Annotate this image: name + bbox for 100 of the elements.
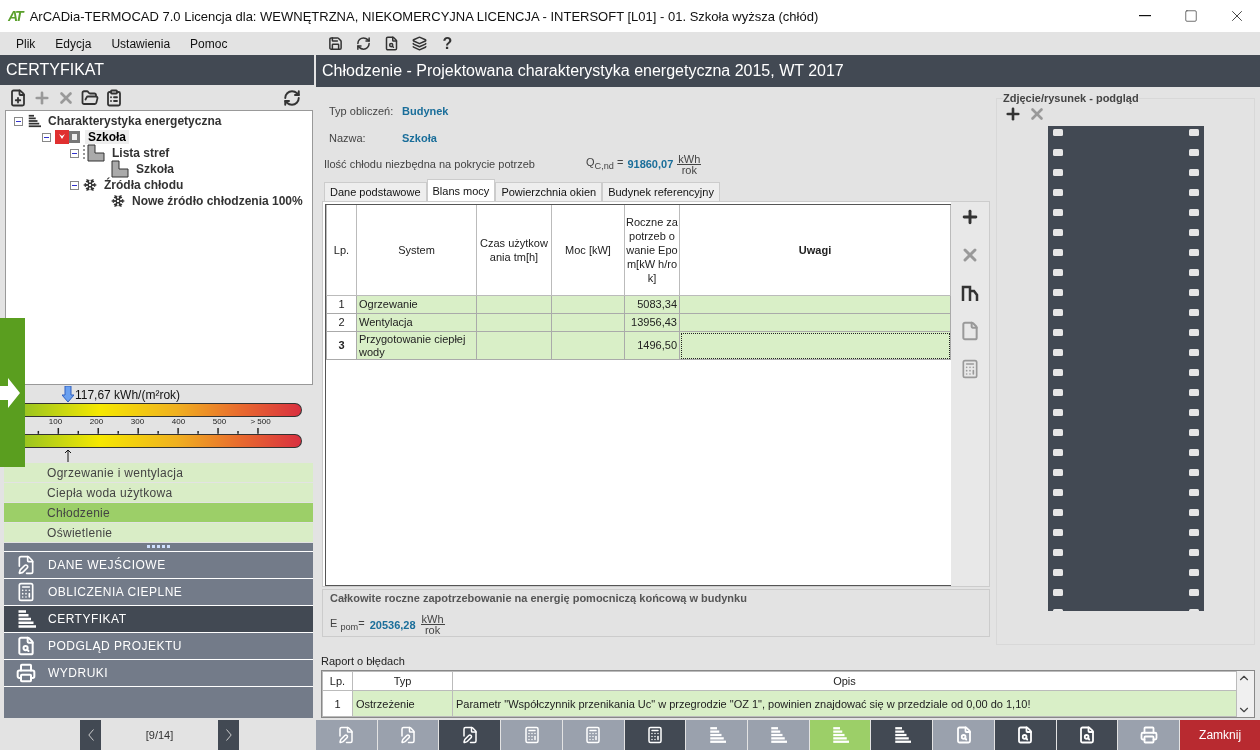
formula-symbol: Q$_{C,nd}$ = [586, 156, 624, 172]
toolbar-button[interactable]: ? [433, 33, 462, 54]
tree-item[interactable]: Charakterystyka energetyczna [45, 114, 225, 128]
category-item[interactable]: Chłodzenie [4, 503, 313, 522]
help-icon: ? [442, 34, 453, 53]
document-search-icon [954, 726, 973, 744]
tick-label: 300 [129, 417, 146, 428]
calculator-icon [16, 582, 36, 602]
file-edit-icon [16, 555, 36, 575]
tick-label: 200 [88, 417, 105, 428]
bars-icon [16, 609, 36, 629]
document-icon [960, 321, 980, 341]
tab[interactable]: Powierzchnia okien [495, 182, 603, 201]
module-button[interactable] [994, 720, 1057, 750]
field-label: Typ obliczeń: [329, 104, 395, 117]
column-header: Moc [kW] [551, 205, 625, 296]
section-title: Raport o błędach [321, 653, 406, 669]
save-icon [327, 36, 343, 51]
arrow-right-icon [0, 378, 20, 408]
collapse-toggle[interactable] [42, 132, 51, 142]
chevron-right-icon [225, 729, 232, 741]
scrollbar[interactable] [1237, 671, 1254, 717]
tree-item[interactable]: Lista stref [109, 146, 173, 160]
tool-button[interactable] [80, 87, 100, 108]
column-header: Czas użytkowania tm[h] [476, 205, 552, 296]
column-header: Typ [352, 671, 453, 691]
tree-item[interactable]: Nowe źródło chłodzenia 100% [129, 194, 306, 208]
table-cell[interactable]: Przygotowanie ciepłej wody [356, 331, 477, 360]
zone-list-icon [83, 144, 105, 162]
menu-item[interactable]: Plik [16, 36, 36, 51]
tool-button[interactable] [8, 87, 28, 108]
nav-section[interactable]: CERTYFIKAT [4, 605, 313, 632]
table-cell[interactable] [551, 331, 625, 360]
panel-title: CERTYFIKAT [0, 55, 314, 85]
collapse-toggle[interactable] [14, 116, 23, 126]
table-cell[interactable] [679, 331, 951, 360]
category-item[interactable]: Ciepła woda użytkowa [4, 483, 313, 502]
table-cell[interactable] [476, 331, 552, 360]
tool-button[interactable] [104, 87, 124, 108]
row-number: 1 [322, 690, 353, 717]
tick-label: 400 [170, 417, 187, 428]
tree-item[interactable]: Szkoła [85, 130, 129, 144]
module-button[interactable] [439, 720, 502, 750]
table-cell: Parametr "Współczynnik przenikania Uc" w przegrodzie "OZ 1", powinien znajdować się w przedziale od 0,00 do 1,10! [452, 690, 1237, 717]
file-edit-icon [460, 726, 479, 744]
panel-title: Zdjęcie/rysunek - podgląd [1003, 92, 1139, 104]
side-tab[interactable] [0, 318, 25, 467]
menu-item[interactable]: Edycja [55, 36, 92, 51]
tick-label: > 500 [249, 417, 272, 428]
formula-symbol: E $_{pom}$= [330, 616, 365, 633]
column-header: Opis [452, 671, 1237, 691]
calculator-icon [522, 726, 541, 744]
column-header: Lp. [326, 205, 357, 296]
table-cell: Ostrzeżenie [352, 690, 453, 717]
field-value: Szkoła [402, 131, 437, 144]
column-header: System [356, 205, 477, 296]
grip-icon[interactable] [146, 545, 171, 549]
window-title: ArCADia-TERMOCAD 7.0 Licencja dla: WEWNĘTRZNA, NIEKOMERCYJNA LICENCJA - INTERSOFT [L01] - 01. Szkoła wyższa (chłód) [29, 8, 820, 24]
nav-section[interactable]: PODGLĄD PROJEKTU [4, 632, 313, 659]
collapse-toggle[interactable] [70, 148, 79, 158]
document-search-icon [16, 636, 36, 656]
tick-label: 100 [47, 417, 64, 428]
module-button[interactable] [624, 720, 687, 750]
module-button[interactable] [871, 720, 934, 750]
module-button[interactable] [1056, 720, 1119, 750]
snowflake-icon [83, 178, 97, 192]
document-search-icon [1016, 726, 1035, 744]
field-label: Nazwa: [329, 131, 367, 144]
category-item[interactable]: Ogrzewanie i wentylacja [4, 463, 313, 482]
printer-icon [16, 663, 36, 683]
chevron-left-icon [87, 729, 94, 741]
tick-label: 500 [211, 417, 228, 428]
nav-section[interactable]: DANE WEJŚCIOWE [4, 551, 313, 578]
summary-title: Całkowite roczne zapotrzebowanie na energię pomocniczą końcową w budynku [330, 592, 748, 604]
folder-icon [81, 88, 99, 107]
demand-value: 91860,07 [627, 158, 674, 170]
collapse-toggle[interactable] [70, 180, 79, 190]
category-item[interactable]: Oświetlenie [4, 523, 313, 542]
menu-item[interactable]: Pomoc [190, 36, 228, 51]
tab[interactable]: Dane podstawowe [324, 182, 427, 201]
tree-item[interactable]: Źródła chłodu [101, 178, 187, 192]
layers-icon [411, 36, 427, 51]
minimize-icon [1139, 15, 1151, 17]
calculator-icon [584, 726, 603, 744]
close-button[interactable]: Zamknij [1180, 720, 1260, 750]
bars-icon [892, 726, 911, 744]
bars-icon [831, 726, 850, 744]
tool-button[interactable] [959, 283, 981, 303]
menu-item[interactable]: Ustawienia [111, 36, 171, 51]
tree-item[interactable]: Szkoła [133, 162, 177, 176]
nav-section[interactable]: OBLICZENIA CIEPLNE [4, 578, 313, 605]
next-button[interactable] [218, 720, 239, 750]
tab[interactable]: Budynek referencyjny [602, 182, 720, 201]
column-header: Roczne zapotrzeb owanie Epom[kW h/rok] [624, 205, 680, 296]
column-header: Lp. [322, 671, 353, 691]
previous-button[interactable] [80, 720, 101, 750]
nav-section[interactable]: WYDRUKI [4, 659, 313, 686]
tab[interactable]: Blans mocy [426, 179, 496, 201]
app-logo: AT [8, 8, 22, 24]
calculator-icon [645, 726, 664, 744]
